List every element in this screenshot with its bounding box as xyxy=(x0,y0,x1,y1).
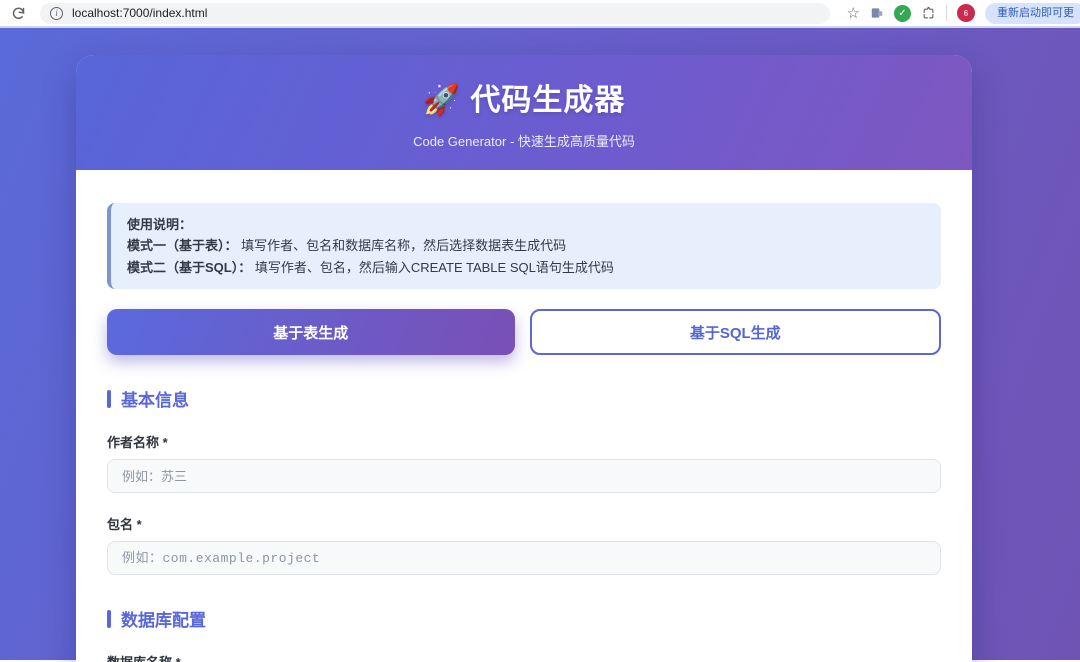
card-body: 使用说明： 模式一（基于表）： 填写作者、包名和数据库名称，然后选择数据表生成代… xyxy=(76,170,972,662)
site-info-icon[interactable]: i xyxy=(50,7,63,20)
page-subtitle: Code Generator - 快速生成高质量代码 xyxy=(413,131,635,150)
section-accent-bar xyxy=(107,610,111,628)
dbname-field-group: 数据库名称 * xyxy=(107,652,941,662)
author-label: 作者名称 * xyxy=(107,432,941,451)
url-text[interactable]: localhost:7000/index.html xyxy=(72,6,207,20)
reload-icon[interactable] xyxy=(8,3,28,23)
usage-instructions-box: 使用说明： 模式一（基于表）： 填写作者、包名和数据库名称，然后选择数据表生成代… xyxy=(107,203,941,289)
dbname-label: 数据库名称 * xyxy=(107,652,941,662)
author-input[interactable] xyxy=(107,459,941,493)
bookmark-star-icon[interactable]: ☆ xyxy=(847,4,860,22)
profile-avatar[interactable]: 6 xyxy=(957,4,975,22)
section-basic-info: 基本信息 xyxy=(107,386,941,411)
browser-toolbar: i localhost:7000/index.html ☆ ✓ 6 重新启动即可… xyxy=(0,0,1080,28)
usage-line-3-text: 填写作者、包名，然后输入CREATE TABLE SQL语句生成代码 xyxy=(251,260,614,275)
page-title: 🚀 代码生成器 xyxy=(423,75,626,119)
address-bar[interactable]: i localhost:7000/index.html xyxy=(40,3,830,24)
section-database-config-title: 数据库配置 xyxy=(121,606,206,631)
green-check-extension-icon[interactable]: ✓ xyxy=(894,5,911,22)
section-basic-info-title: 基本信息 xyxy=(121,386,189,411)
package-field-group: 包名 * xyxy=(107,514,941,575)
usage-line-2-strong: 模式一（基于表）： xyxy=(127,238,238,253)
usage-line-2: 模式一（基于表）： 填写作者、包名和数据库名称，然后选择数据表生成代码 xyxy=(127,235,925,256)
page-background: 🚀 代码生成器 Code Generator - 快速生成高质量代码 使用说明：… xyxy=(0,28,1080,660)
usage-line-3: 模式二（基于SQL）： 填写作者、包名，然后输入CREATE TABLE SQL… xyxy=(127,257,925,278)
tab-generate-from-table[interactable]: 基于表生成 xyxy=(107,309,515,355)
usage-line-2-text: 填写作者、包名和数据库名称，然后选择数据表生成代码 xyxy=(238,238,567,253)
extension-icon[interactable] xyxy=(870,6,884,20)
section-accent-bar xyxy=(107,390,111,408)
extensions-puzzle-icon[interactable] xyxy=(921,6,936,21)
usage-line-3-strong: 模式二（基于SQL）： xyxy=(127,260,251,275)
package-input[interactable] xyxy=(107,541,941,575)
tab-generate-from-sql[interactable]: 基于SQL生成 xyxy=(530,309,942,355)
author-field-group: 作者名称 * xyxy=(107,432,941,493)
generator-card: 🚀 代码生成器 Code Generator - 快速生成高质量代码 使用说明：… xyxy=(76,55,972,662)
mode-tabs: 基于表生成 基于SQL生成 xyxy=(107,309,941,355)
restart-update-chip[interactable]: 重新启动即可更 xyxy=(985,3,1080,24)
section-database-config: 数据库配置 xyxy=(107,606,941,631)
usage-line-1: 使用说明： xyxy=(127,214,925,235)
card-header: 🚀 代码生成器 Code Generator - 快速生成高质量代码 xyxy=(76,55,972,170)
usage-line-1-strong: 使用说明： xyxy=(127,217,192,232)
package-label: 包名 * xyxy=(107,514,941,533)
toolbar-divider xyxy=(946,5,947,21)
